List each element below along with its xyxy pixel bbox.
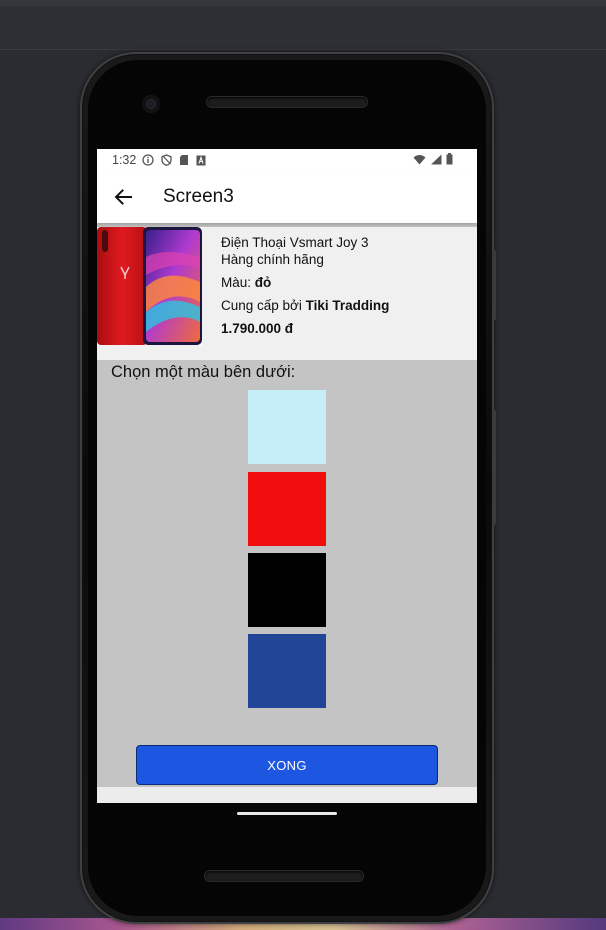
sd-card-icon xyxy=(180,155,189,165)
home-indicator[interactable] xyxy=(237,812,337,815)
wifi-icon xyxy=(413,154,426,164)
product-supplier-label: Cung cấp bởi xyxy=(221,298,306,313)
power-button xyxy=(492,250,496,320)
color-swatch-light-blue[interactable] xyxy=(248,390,326,464)
bottom-strip xyxy=(97,787,477,803)
status-bar: 1:32 xyxy=(97,149,477,171)
a-badge-icon xyxy=(196,155,206,165)
back-button[interactable] xyxy=(97,171,149,223)
shield-icon xyxy=(161,154,172,166)
product-subtitle: Hàng chính hãng xyxy=(221,252,324,267)
arrow-left-icon xyxy=(114,189,132,205)
product-supplier-value: Tiki Tradding xyxy=(305,298,390,313)
color-swatch-black[interactable] xyxy=(248,553,326,627)
done-button[interactable]: XONG xyxy=(136,745,438,785)
color-swatch-red[interactable] xyxy=(248,472,326,546)
product-supplier: Cung cấp bởi Tiki Tradding xyxy=(221,297,471,314)
product-color-label: Màu: xyxy=(221,275,255,290)
signal-icon xyxy=(431,154,442,164)
editor-top-bar xyxy=(0,0,606,50)
product-price: 1.790.000 đ xyxy=(221,321,294,336)
bottom-speaker-grille xyxy=(205,871,363,881)
screen-title: Screen3 xyxy=(163,186,234,207)
color-picker-prompt: Chọn một màu bên dưới: xyxy=(111,363,296,381)
battery-icon xyxy=(446,153,453,165)
info-icon xyxy=(142,154,154,166)
product-name: Điện Thoại Vsmart Joy 3 xyxy=(221,235,369,250)
top-speaker-grille xyxy=(207,97,367,107)
device-screen: 1:32 Screen3 Điện Thoại Vsmart Joy 3 Hàn… xyxy=(97,149,477,803)
front-camera xyxy=(142,95,160,113)
color-swatch-blue[interactable] xyxy=(248,634,326,708)
volume-button xyxy=(492,410,496,525)
product-color-value: đỏ xyxy=(254,275,272,290)
product-image xyxy=(97,227,202,345)
product-card: Điện Thoại Vsmart Joy 3 Hàng chính hãng … xyxy=(97,227,477,360)
app-bar: Screen3 xyxy=(97,171,477,223)
product-color: Màu: đỏ xyxy=(221,274,471,291)
status-time: 1:32 xyxy=(112,153,137,167)
product-info: Điện Thoại Vsmart Joy 3 Hàng chính hãng … xyxy=(221,234,471,337)
